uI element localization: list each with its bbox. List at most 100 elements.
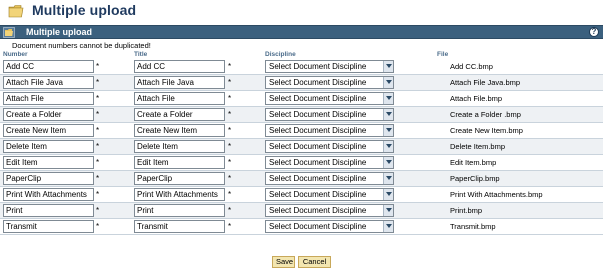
chevron-down-icon: [386, 128, 392, 132]
chevron-down-icon: [386, 208, 392, 212]
dropdown-button[interactable]: [383, 205, 393, 216]
document-number-input[interactable]: [3, 124, 94, 137]
dropdown-button[interactable]: [383, 109, 393, 120]
document-title-input[interactable]: [134, 140, 225, 153]
chevron-down-icon: [386, 144, 392, 148]
document-title-input[interactable]: [134, 60, 225, 73]
required-marker: *: [228, 142, 232, 151]
discipline-select[interactable]: Select Document Discipline: [265, 108, 394, 121]
dropdown-button[interactable]: [383, 61, 393, 72]
document-number-input[interactable]: [3, 156, 94, 169]
dropdown-button[interactable]: [383, 93, 393, 104]
form-actions: Save Cancel: [0, 256, 606, 268]
discipline-select[interactable]: Select Document Discipline: [265, 92, 394, 105]
document-title-input[interactable]: [134, 124, 225, 137]
discipline-select[interactable]: Select Document Discipline: [265, 172, 394, 185]
required-marker: *: [228, 110, 232, 119]
discipline-select-value: Select Document Discipline: [269, 158, 367, 167]
required-marker: *: [96, 62, 100, 71]
upload-row: * * Select Document Discipline Edit Item.bm…: [0, 155, 603, 171]
upload-row: * * Select Document Discipline Attach File …: [0, 75, 603, 91]
document-number-input[interactable]: [3, 140, 94, 153]
document-number-input[interactable]: [3, 60, 94, 73]
chevron-down-icon: [386, 192, 392, 196]
chevron-down-icon: [386, 80, 392, 84]
file-name: Delete Item.bmp: [450, 142, 506, 151]
document-title-input[interactable]: [134, 188, 225, 201]
panel-title: Multiple upload: [26, 27, 92, 37]
document-title-input[interactable]: [134, 204, 225, 217]
column-header-file: File: [437, 51, 449, 58]
document-number-input[interactable]: [3, 204, 94, 217]
document-number-input[interactable]: [3, 92, 94, 105]
panel-header-bar: Multiple upload ?: [0, 25, 603, 39]
discipline-select[interactable]: Select Document Discipline: [265, 156, 394, 169]
document-title-input[interactable]: [134, 172, 225, 185]
duplicate-warning-text: Document numbers cannot be duplicated!: [12, 41, 151, 50]
file-name: Attach File Java.bmp: [450, 78, 521, 87]
dropdown-button[interactable]: [383, 125, 393, 136]
required-marker: *: [96, 174, 100, 183]
required-marker: *: [228, 222, 232, 231]
discipline-select[interactable]: Select Document Discipline: [265, 140, 394, 153]
discipline-select-value: Select Document Discipline: [269, 110, 367, 119]
file-name: Create New Item.bmp: [450, 126, 523, 135]
document-title-input[interactable]: [134, 220, 225, 233]
discipline-select-value: Select Document Discipline: [269, 190, 367, 199]
upload-rows: **Select Document DisciplineAdd CC.bmp**…: [0, 59, 603, 235]
document-number-input[interactable]: [3, 220, 94, 233]
cancel-button[interactable]: Cancel: [298, 256, 331, 268]
discipline-select[interactable]: Select Document Discipline: [265, 188, 394, 201]
document-number-input[interactable]: [3, 172, 94, 185]
dropdown-button[interactable]: [383, 189, 393, 200]
discipline-select[interactable]: Select Document Discipline: [265, 124, 394, 137]
chevron-down-icon: [386, 176, 392, 180]
chevron-down-icon: [386, 224, 392, 228]
upload-row: * * Select Document Discipline PaperClip.bm…: [0, 171, 603, 187]
document-title-input[interactable]: [134, 156, 225, 169]
document-title-input[interactable]: [134, 76, 225, 89]
required-marker: *: [96, 190, 100, 199]
discipline-select-value: Select Document Discipline: [269, 94, 367, 103]
document-title-input[interactable]: [134, 108, 225, 121]
dropdown-button[interactable]: [383, 221, 393, 232]
discipline-select-value: Select Document Discipline: [269, 206, 367, 215]
required-marker: *: [96, 222, 100, 231]
discipline-select-value: Select Document Discipline: [269, 222, 367, 231]
required-marker: *: [228, 158, 232, 167]
file-name: Print With Attachments.bmp: [450, 190, 543, 199]
required-marker: *: [228, 206, 232, 215]
document-number-input[interactable]: [3, 108, 94, 121]
column-header-number: Number: [3, 51, 28, 58]
required-marker: *: [228, 62, 232, 71]
file-name: Transmit.bmp: [450, 222, 496, 231]
file-name: Edit Item.bmp: [450, 158, 497, 167]
discipline-select[interactable]: Select Document Discipline: [265, 60, 394, 73]
document-number-input[interactable]: [3, 188, 94, 201]
dropdown-button[interactable]: [383, 77, 393, 88]
upload-row: * * Select Document Discipline Print.bmp: [0, 203, 603, 219]
discipline-select[interactable]: Select Document Discipline: [265, 204, 394, 217]
dropdown-button[interactable]: [383, 141, 393, 152]
folder-small-icon: [3, 27, 15, 38]
required-marker: *: [96, 78, 100, 87]
dropdown-button[interactable]: [383, 173, 393, 184]
discipline-select[interactable]: Select Document Discipline: [265, 220, 394, 233]
file-name: Print.bmp: [450, 206, 483, 215]
upload-row: * * Select Document Discipline Create a Fol…: [0, 107, 603, 123]
document-title-input[interactable]: [134, 92, 225, 105]
discipline-select[interactable]: Select Document Discipline: [265, 76, 394, 89]
upload-row: * * Select Document Discipline Create New I…: [0, 123, 603, 139]
save-button[interactable]: Save: [272, 256, 295, 268]
folder-icon: [8, 5, 24, 18]
discipline-select-value: Select Document Discipline: [269, 126, 367, 135]
upload-row: * * Select Document Discipline Attach File.…: [0, 91, 603, 107]
required-marker: *: [96, 126, 100, 135]
discipline-select-value: Select Document Discipline: [269, 142, 367, 151]
required-marker: *: [228, 94, 232, 103]
help-icon[interactable]: ?: [589, 27, 599, 37]
file-name: Create a Folder .bmp: [450, 110, 521, 119]
dropdown-button[interactable]: [383, 157, 393, 168]
document-number-input[interactable]: [3, 76, 94, 89]
file-name: Attach File.bmp: [450, 94, 503, 103]
